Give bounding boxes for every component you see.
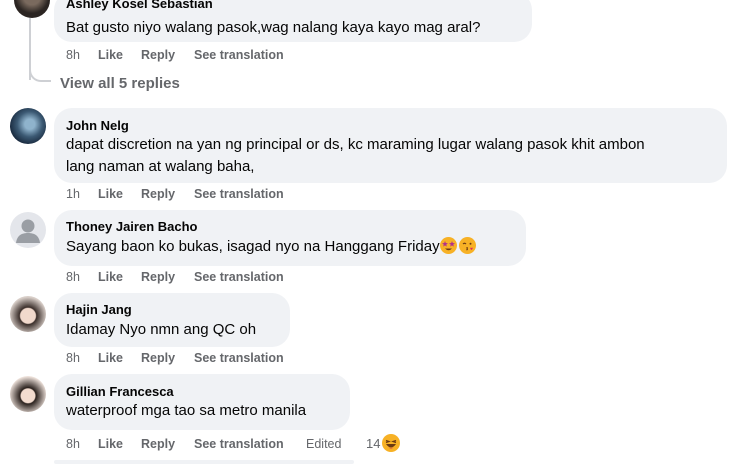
see-translation-button[interactable]: See translation (194, 48, 284, 62)
reply-button[interactable]: Reply (141, 270, 175, 284)
comment-author[interactable]: Thoney Jairen Bacho (66, 219, 197, 234)
comment-text: dapat discretion na yan ng principal or … (66, 136, 645, 153)
thread-connector-curve (29, 62, 51, 82)
see-translation-button[interactable]: See translation (194, 351, 284, 365)
comment-time[interactable]: 8h (66, 48, 80, 62)
view-all-replies-link[interactable]: View all 5 replies (60, 75, 180, 92)
comment-time[interactable]: 8h (66, 270, 80, 284)
comment-text: waterproof mga tao sa metro manila (66, 402, 307, 419)
comment-author[interactable]: Gillian Francesca (66, 384, 174, 399)
avatar[interactable] (10, 376, 46, 412)
like-button[interactable]: Like (98, 437, 123, 451)
reply-button[interactable]: Reply (141, 351, 175, 365)
edited-label: Edited (306, 437, 342, 451)
comment-text: Sayang baon ko bukas, isagad nyo na Hang… (66, 236, 476, 258)
kissing-heart-emoji (458, 237, 476, 254)
comment-time[interactable]: 8h (66, 351, 80, 365)
comment-author[interactable]: John Nelg (66, 118, 129, 133)
comment-text: Bat gusto niyo walang pasok,wag nalang k… (66, 19, 481, 36)
comment-text-content: Sayang baon ko bukas, isagad nyo na Hang… (66, 238, 440, 255)
avatar[interactable] (10, 108, 46, 144)
next-comment-edge (54, 460, 354, 464)
comment-author[interactable]: Ashley Kosel Sebastian (66, 0, 213, 11)
comment-time[interactable]: 1h (66, 187, 80, 201)
see-translation-button[interactable]: See translation (194, 187, 284, 201)
reply-button[interactable]: Reply (141, 187, 175, 201)
see-translation-button[interactable]: See translation (194, 270, 284, 284)
comment-time[interactable]: 8h (66, 437, 80, 451)
default-profile-icon (16, 219, 40, 243)
comment-text: Idamay Nyo nmn ang QC oh (66, 321, 257, 338)
reaction-count-value: 14 (366, 435, 381, 451)
like-button[interactable]: Like (98, 48, 123, 62)
like-button[interactable]: Like (98, 351, 123, 365)
avatar[interactable] (10, 212, 46, 248)
avatar[interactable] (14, 0, 50, 18)
reply-button[interactable]: Reply (141, 48, 175, 62)
like-button[interactable]: Like (98, 270, 123, 284)
star-struck-emoji (439, 237, 457, 254)
comment-text: lang naman at walang baha, (66, 158, 255, 175)
like-button[interactable]: Like (98, 187, 123, 201)
reply-button[interactable]: Reply (141, 437, 175, 451)
avatar[interactable] (10, 296, 46, 332)
see-translation-button[interactable]: See translation (194, 437, 284, 451)
comment-author[interactable]: Hajin Jang (66, 302, 132, 317)
haha-emoji (382, 434, 401, 452)
reaction-count[interactable]: 14 (366, 434, 401, 452)
